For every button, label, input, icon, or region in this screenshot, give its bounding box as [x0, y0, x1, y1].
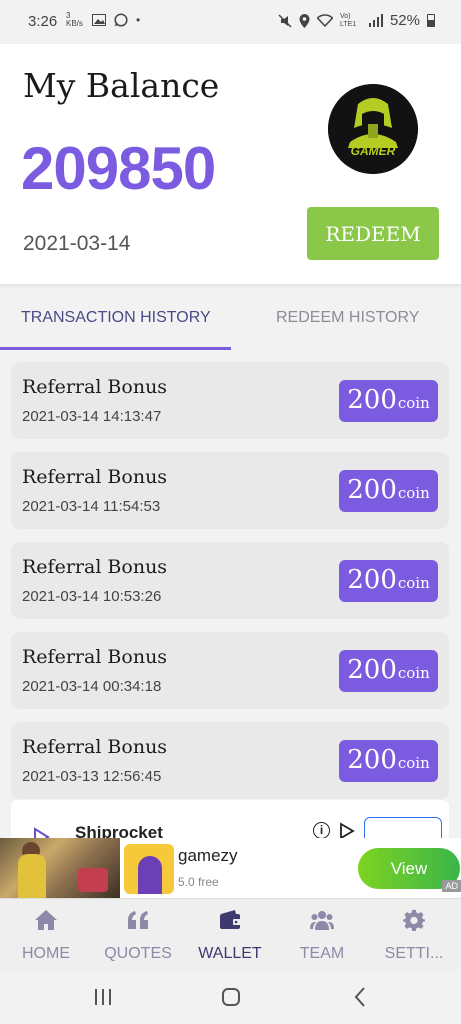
- nav-team[interactable]: TEAM: [276, 899, 368, 971]
- coin-badge: 200 coin: [339, 470, 438, 512]
- transaction-title: Referral Bonus: [22, 736, 168, 758]
- coin-unit: coin: [397, 574, 430, 592]
- battery-icon: [427, 14, 435, 27]
- banner-ad-subtitle: 5.0 free: [178, 875, 219, 889]
- transaction-title: Referral Bonus: [22, 646, 168, 668]
- gamezy-app-icon: [124, 844, 174, 894]
- wifi-icon: [316, 14, 333, 27]
- bottom-nav: HOME QUOTES WALLET TEAM SETTI...: [0, 898, 461, 970]
- home-icon: [35, 910, 57, 930]
- tab-redeem-history[interactable]: REDEEM HISTORY: [276, 309, 419, 327]
- balance-amount: 209850: [21, 135, 216, 202]
- coin-amount: 200: [347, 475, 397, 505]
- transaction-time: 2021-03-14 10:53:26: [22, 588, 162, 605]
- transaction-title: Referral Bonus: [22, 376, 168, 398]
- tab-active-indicator: [0, 347, 231, 350]
- location-icon: [299, 13, 310, 28]
- nav-quotes-label: QUOTES: [104, 945, 172, 962]
- coin-unit: coin: [397, 664, 430, 682]
- transaction-item[interactable]: Referral Bonus 2021-03-14 14:13:47 200 co…: [11, 362, 449, 439]
- banner-ad-name: gamezy: [178, 846, 238, 865]
- balance-card: My Balance 209850 2021-03-14 GAMER REDEE…: [0, 44, 461, 284]
- gamer-logo-icon: [328, 84, 418, 174]
- nav-home-label: HOME: [22, 945, 70, 962]
- coin-amount: 200: [347, 565, 397, 595]
- transaction-item[interactable]: Referral Bonus 2021-03-14 10:53:26 200 co…: [11, 542, 449, 619]
- banner-ad[interactable]: gamezy 5.0 free View AD: [0, 838, 461, 898]
- coin-amount: 200: [347, 745, 397, 775]
- status-left-icons: 3 KB/s •: [66, 12, 140, 28]
- whatsapp-icon: [114, 13, 128, 27]
- coin-unit: coin: [397, 484, 430, 502]
- coin-badge: 200 coin: [339, 740, 438, 782]
- tab-transaction-history[interactable]: TRANSACTION HISTORY: [21, 309, 211, 327]
- coin-amount: 200: [347, 655, 397, 685]
- mute-icon: [278, 13, 292, 28]
- back-icon[interactable]: [348, 985, 372, 1009]
- coin-amount: 200: [347, 385, 397, 415]
- nav-home[interactable]: HOME: [0, 899, 92, 971]
- battery-percent: 52%: [389, 12, 420, 29]
- nav-settings[interactable]: SETTI...: [368, 899, 460, 971]
- status-time: 3:26: [28, 13, 58, 30]
- team-icon: [310, 911, 334, 930]
- signal-icon: [368, 14, 383, 27]
- nav-wallet[interactable]: WALLET: [184, 899, 276, 971]
- coin-unit: coin: [397, 754, 430, 772]
- transaction-time: 2021-03-14 14:13:47: [22, 408, 162, 425]
- transaction-time: 2021-03-14 11:54:53: [22, 498, 161, 515]
- banner-ad-image: [0, 838, 120, 898]
- net-speed: 3 KB/s: [66, 11, 83, 28]
- nav-settings-label: SETTI...: [384, 945, 444, 962]
- settings-icon: [403, 909, 425, 931]
- avatar-text: GAMER: [350, 144, 396, 158]
- transaction-time: 2021-03-13 12:56:45: [22, 768, 162, 785]
- status-bar: 3:26 3 KB/s • Vo) LTE1 52%: [0, 0, 461, 44]
- balance-date: 2021-03-14: [23, 232, 131, 255]
- nav-quotes[interactable]: QUOTES: [92, 899, 184, 971]
- coin-badge: 200 coin: [339, 380, 438, 422]
- avatar: GAMER: [328, 84, 418, 174]
- gallery-icon: [92, 14, 106, 26]
- history-tabs: TRANSACTION HISTORY REDEEM HISTORY: [0, 284, 461, 350]
- home-button-icon[interactable]: [219, 985, 243, 1009]
- redeem-button[interactable]: REDEEM: [307, 207, 439, 260]
- transaction-item[interactable]: Referral Bonus 2021-03-14 11:54:53 200 co…: [11, 452, 449, 529]
- dot-icon: •: [136, 13, 141, 27]
- transaction-item[interactable]: Referral Bonus 2021-03-14 00:34:18 200 co…: [11, 632, 449, 709]
- nav-team-label: TEAM: [299, 945, 345, 962]
- ad-info-icon[interactable]: i: [313, 822, 330, 839]
- wallet-icon: [220, 910, 241, 929]
- network-label: Vo) LTE1: [339, 12, 357, 28]
- system-navigation-bar: [0, 970, 461, 1024]
- balance-title: My Balance: [23, 66, 220, 105]
- nav-wallet-label: WALLET: [198, 945, 262, 962]
- recent-apps-icon[interactable]: [91, 985, 115, 1009]
- transaction-title: Referral Bonus: [22, 556, 168, 578]
- transaction-item[interactable]: Referral Bonus 2021-03-13 12:56:45 200 co…: [11, 722, 449, 799]
- coin-badge: 200 coin: [339, 650, 438, 692]
- coin-unit: coin: [397, 394, 430, 412]
- transaction-title: Referral Bonus: [22, 466, 168, 488]
- transaction-list: Referral Bonus 2021-03-14 14:13:47 200 co…: [11, 362, 449, 812]
- status-right-icons: Vo) LTE1 52%: [278, 12, 435, 29]
- transaction-time: 2021-03-14 00:34:18: [22, 678, 162, 695]
- ad-tag: AD: [442, 880, 461, 892]
- coin-badge: 200 coin: [339, 560, 438, 602]
- quotes-icon: [128, 911, 148, 929]
